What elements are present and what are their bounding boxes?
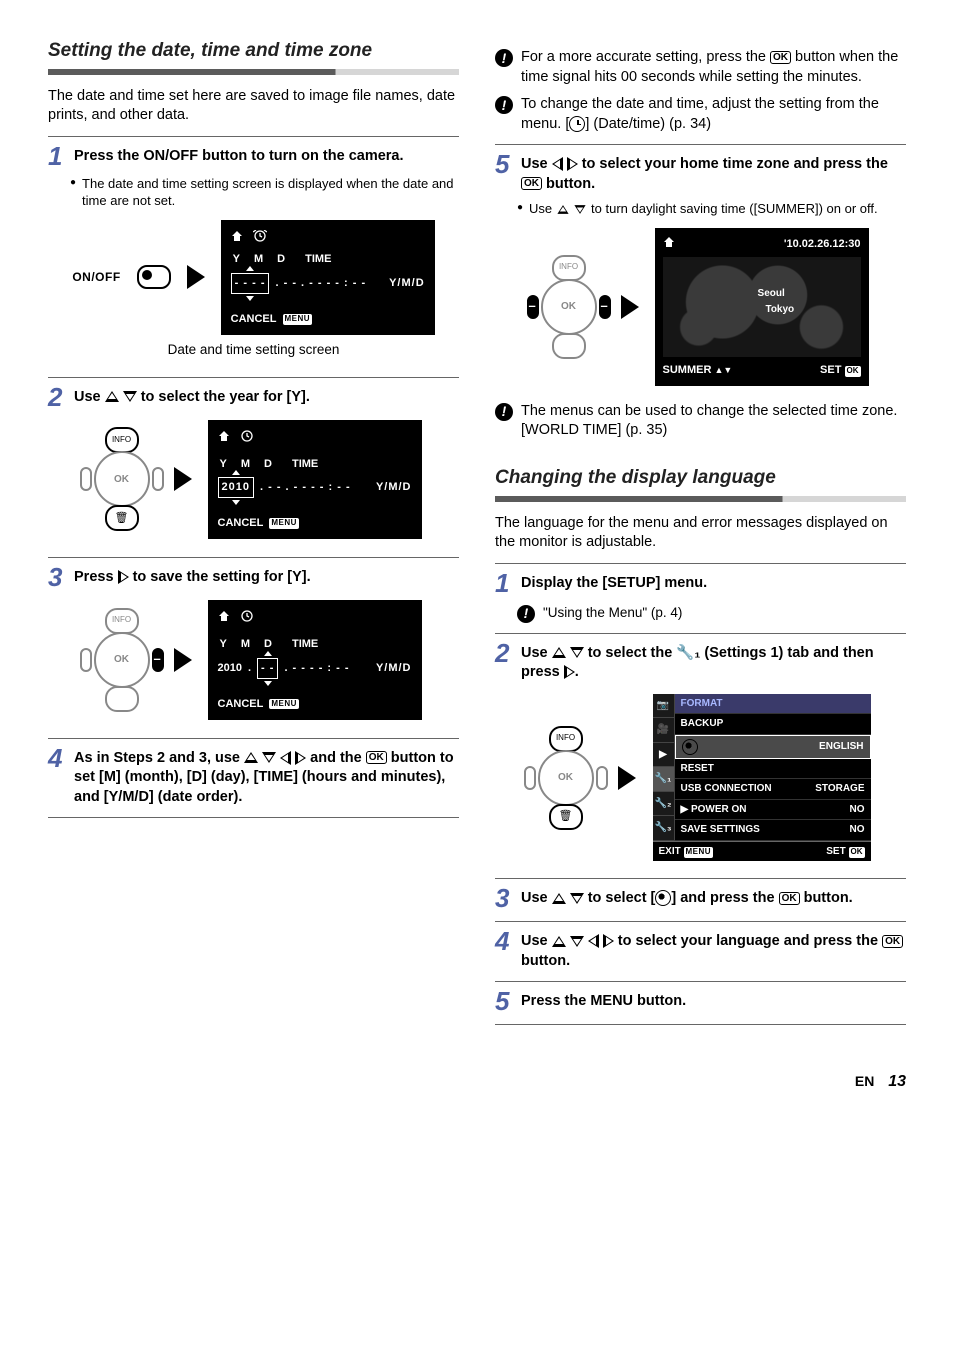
dpad-icon: INFO OK xyxy=(86,429,158,529)
right-triangle-icon xyxy=(118,570,129,584)
arrow-icon xyxy=(187,265,205,289)
bullet-dot: ● xyxy=(70,175,76,210)
caution-icon: ! xyxy=(495,96,513,114)
section2-intro: The language for the menu and error mess… xyxy=(495,514,906,553)
power-button-icon xyxy=(137,265,171,289)
dpad-right: – xyxy=(599,295,611,319)
tab-video-icon: 🎥 xyxy=(653,718,675,743)
lcd-screen-1: Y M D TIME - - - - . - - . - - - - : - -… xyxy=(221,220,435,335)
step1-text: Press the ON/OFF button to turn on the c… xyxy=(74,143,459,167)
s2-step1-text: Display the [SETUP] menu. xyxy=(521,570,906,594)
dpad-trash-button xyxy=(105,686,139,712)
lcd-world-map: '10.02.26.12:30 Seoul Tokyo SUMMER ▲▼ SE… xyxy=(655,228,869,386)
month-field: - - xyxy=(257,658,278,679)
home-icon xyxy=(663,236,675,253)
city-label: Tokyo xyxy=(765,303,794,317)
note-change-datetime: To change the date and time, adjust the … xyxy=(521,95,906,134)
arrow-icon xyxy=(174,648,192,672)
s2-step5-text: Press the MENU button. xyxy=(521,988,906,1012)
home-icon xyxy=(218,430,230,447)
step5-bullet: Use to turn daylight saving time ([SUMME… xyxy=(529,200,878,218)
tab-wrench2-icon: 🔧₂ xyxy=(653,792,675,817)
step-number: 4 xyxy=(48,745,66,771)
dpad-icon: INFO OK – – xyxy=(533,257,605,357)
caution-icon: ! xyxy=(517,605,535,623)
dpad-ok-button: OK xyxy=(94,451,150,507)
step1-bullet: The date and time setting screen is disp… xyxy=(82,175,459,210)
menu-badge: MENU xyxy=(283,314,313,325)
page-number: 13 xyxy=(888,1073,906,1090)
section-title-language: Changing the display language xyxy=(495,467,906,492)
dpad-icon: INFO OK xyxy=(530,728,602,828)
dpad-right: – xyxy=(152,648,164,672)
note-accurate: For a more accurate setting, press the O… xyxy=(521,48,906,87)
home-icon xyxy=(231,230,243,242)
step5-text: Use to select your home time zone and pr… xyxy=(521,151,906,194)
dpad-left xyxy=(80,467,92,491)
page-footer: EN 13 xyxy=(48,1071,906,1093)
dpad-ok-button: OK xyxy=(94,632,150,688)
caution-icon: ! xyxy=(495,403,513,421)
timestamp: '10.02.26.12:30 xyxy=(784,237,861,252)
arrow-icon xyxy=(618,766,636,790)
section-title-datetime: Setting the date, time and time zone xyxy=(48,40,459,65)
dpad-right xyxy=(152,467,164,491)
intro-text: The date and time set here are saved to … xyxy=(48,87,459,126)
down-triangle-icon xyxy=(123,391,137,402)
dpad-info-button: INFO xyxy=(105,427,139,453)
setup-menu: 📷 🎥 ▶ 🔧₁ 🔧₂ 🔧₃ FORMAT BACKUP ENGLISH RES… xyxy=(652,693,872,863)
up-triangle-icon xyxy=(105,391,119,402)
home-icon xyxy=(218,610,230,627)
world-icon xyxy=(682,739,698,755)
step-number: 5 xyxy=(495,151,513,177)
clock-icon xyxy=(240,430,254,447)
dpad-icon: INFO OK – xyxy=(86,610,158,710)
arrow-icon xyxy=(621,295,639,319)
clock-icon xyxy=(569,116,585,132)
step-number: 1 xyxy=(48,143,66,169)
tab-wrench3-icon: 🔧₃ xyxy=(653,816,675,841)
tab-wrench1-icon: 🔧₁ xyxy=(653,767,675,792)
onoff-label: ON/OFF xyxy=(72,269,120,285)
year-field: 2010 xyxy=(218,477,254,498)
step-number: 3 xyxy=(48,564,66,590)
tab-camera-icon: 📷 xyxy=(653,694,675,719)
dpad-left: – xyxy=(527,295,539,319)
footer-lang: EN xyxy=(855,1073,874,1089)
ok-icon: OK xyxy=(366,751,387,764)
city-label: Seoul xyxy=(758,287,785,301)
s2-step3-text: Use to select [] and press the OK button… xyxy=(521,885,906,909)
s2-step4-text: Use to select your language and press th… xyxy=(521,928,906,971)
tab-play-icon: ▶ xyxy=(653,743,675,768)
caution-icon: ! xyxy=(495,49,513,67)
s2-step2-text: Use to select the 🔧₁ (Settings 1) tab an… xyxy=(521,640,906,683)
wrench-icon: 🔧₁ xyxy=(676,645,700,661)
step3-text: Press to save the setting for [Y]. xyxy=(74,564,459,588)
note-world-time: The menus can be used to change the sele… xyxy=(521,402,906,441)
dpad-left xyxy=(80,648,92,672)
step-number: 2 xyxy=(48,384,66,410)
arrow-icon xyxy=(174,467,192,491)
step2-text: Use to select the year for [Y]. xyxy=(74,384,459,408)
step4-text: As in Steps 2 and 3, use and the OK butt… xyxy=(74,745,459,808)
world-icon xyxy=(655,890,671,906)
lcd-caption: Date and time setting screen xyxy=(48,341,459,359)
year-field: - - - - xyxy=(231,273,270,294)
lcd-screen-2: YMDTIME 2010 . - - . - - - - : - - Y/M/D… xyxy=(208,420,422,539)
clock-icon xyxy=(253,230,267,242)
clock-icon xyxy=(240,610,254,627)
lcd-screen-3: YMDTIME 2010. - - . - - - - : - - Y/M/D … xyxy=(208,600,422,719)
dpad-info-button: INFO xyxy=(105,608,139,634)
dpad-trash-button xyxy=(105,505,139,531)
underline xyxy=(48,69,459,75)
